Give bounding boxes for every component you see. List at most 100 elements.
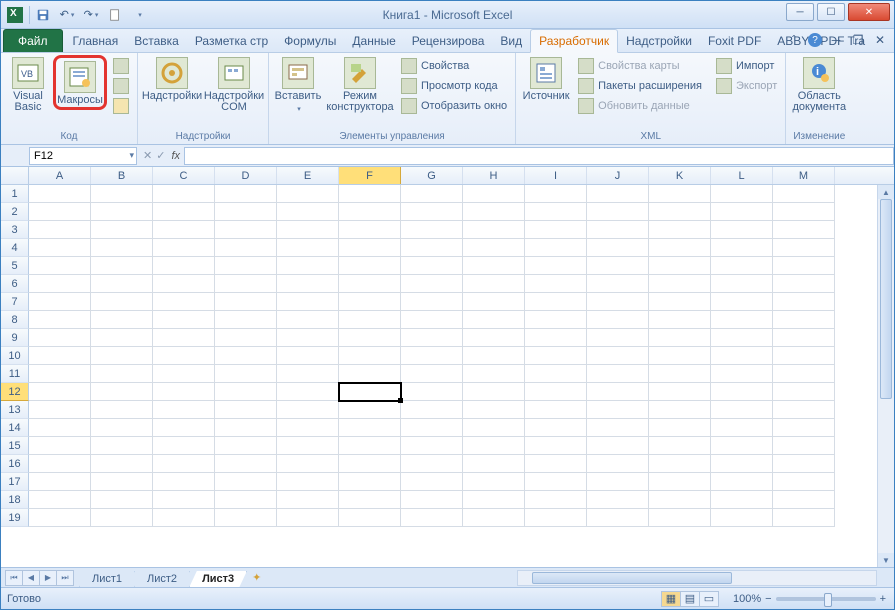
cell[interactable] [711,491,773,509]
cell[interactable] [29,185,91,203]
cell[interactable] [339,311,401,329]
cell[interactable] [463,257,525,275]
cell[interactable] [587,185,649,203]
save-icon[interactable] [32,4,54,26]
cell[interactable] [29,203,91,221]
cell[interactable] [29,509,91,527]
addins-button[interactable]: Надстройки [142,55,202,102]
cell[interactable] [91,275,153,293]
cell[interactable] [525,239,587,257]
cell[interactable] [711,293,773,311]
cell[interactable] [773,185,835,203]
com-addins-button[interactable]: Надстройки COM [204,55,264,113]
cell[interactable] [91,311,153,329]
row-header[interactable]: 12 [1,383,29,401]
zoom-in-icon[interactable]: + [880,593,886,605]
cell[interactable] [773,383,835,401]
select-all-corner[interactable] [1,167,29,184]
cell[interactable] [91,401,153,419]
zoom-out-icon[interactable]: − [765,593,771,605]
cell[interactable] [773,455,835,473]
cell[interactable] [773,473,835,491]
cell[interactable] [339,185,401,203]
cell[interactable] [525,419,587,437]
cell[interactable] [463,293,525,311]
run-dialog-button[interactable]: Отобразить окно [397,97,511,115]
cell[interactable] [463,185,525,203]
cell[interactable] [773,203,835,221]
sheet-tab[interactable]: Лист1 [79,571,135,588]
cell[interactable] [215,293,277,311]
cell[interactable] [587,401,649,419]
fx-icon[interactable]: fx [171,150,180,162]
cell[interactable] [711,347,773,365]
cell[interactable] [711,221,773,239]
cell[interactable] [711,473,773,491]
row-header[interactable]: 6 [1,275,29,293]
cell[interactable] [587,257,649,275]
cell[interactable] [277,473,339,491]
cell[interactable] [153,221,215,239]
cell[interactable] [29,311,91,329]
cell[interactable] [29,455,91,473]
cell[interactable] [339,275,401,293]
cell[interactable] [339,221,401,239]
cell[interactable] [153,365,215,383]
cell[interactable] [153,311,215,329]
cell[interactable] [277,311,339,329]
workbook-restore-icon[interactable]: ❐ [850,32,866,48]
cell[interactable] [401,419,463,437]
qat-customize-icon[interactable]: ▾ [128,4,150,26]
cell[interactable] [711,509,773,527]
cell[interactable] [339,455,401,473]
macros-button[interactable]: Макросы [57,59,103,106]
cell[interactable] [91,383,153,401]
redo-icon[interactable]: ↷▾ [80,4,102,26]
row-header[interactable]: 18 [1,491,29,509]
cell[interactable] [339,383,401,401]
file-tab[interactable]: Файл [3,29,63,52]
cell[interactable] [401,257,463,275]
cell[interactable] [29,419,91,437]
column-header[interactable]: B [91,167,153,184]
cell[interactable] [277,293,339,311]
cell[interactable] [773,239,835,257]
cell[interactable] [277,257,339,275]
cell[interactable] [649,401,711,419]
row-header[interactable]: 19 [1,509,29,527]
page-layout-view-icon[interactable]: ▤ [680,591,700,607]
cell[interactable] [649,509,711,527]
cell[interactable] [773,257,835,275]
cell[interactable] [215,203,277,221]
tab-надстройки[interactable]: Надстройки [618,30,700,52]
formula-input[interactable] [184,147,894,165]
cell[interactable] [463,311,525,329]
column-header[interactable]: G [401,167,463,184]
horizontal-scrollbar[interactable] [517,570,877,586]
cell[interactable] [215,329,277,347]
cell[interactable] [153,185,215,203]
document-panel-button[interactable]: i Область документа [790,55,848,113]
cell[interactable] [153,293,215,311]
cell[interactable] [525,473,587,491]
cell[interactable] [29,401,91,419]
cell[interactable] [463,401,525,419]
macro-security-button[interactable] [109,97,133,115]
cell[interactable] [649,383,711,401]
cell[interactable] [91,491,153,509]
tab-данные[interactable]: Данные [344,30,403,52]
worksheet-grid[interactable]: ABCDEFGHIJKLM 12345678910111213141516171… [1,167,894,567]
cell[interactable] [649,347,711,365]
cell[interactable] [153,239,215,257]
cell[interactable] [215,347,277,365]
row-header[interactable]: 7 [1,293,29,311]
row-header[interactable]: 15 [1,437,29,455]
cell[interactable] [91,239,153,257]
row-header[interactable]: 10 [1,347,29,365]
cell[interactable] [339,437,401,455]
cell[interactable] [587,437,649,455]
cell[interactable] [153,347,215,365]
cell[interactable] [401,239,463,257]
cell[interactable] [463,383,525,401]
cell[interactable] [29,239,91,257]
